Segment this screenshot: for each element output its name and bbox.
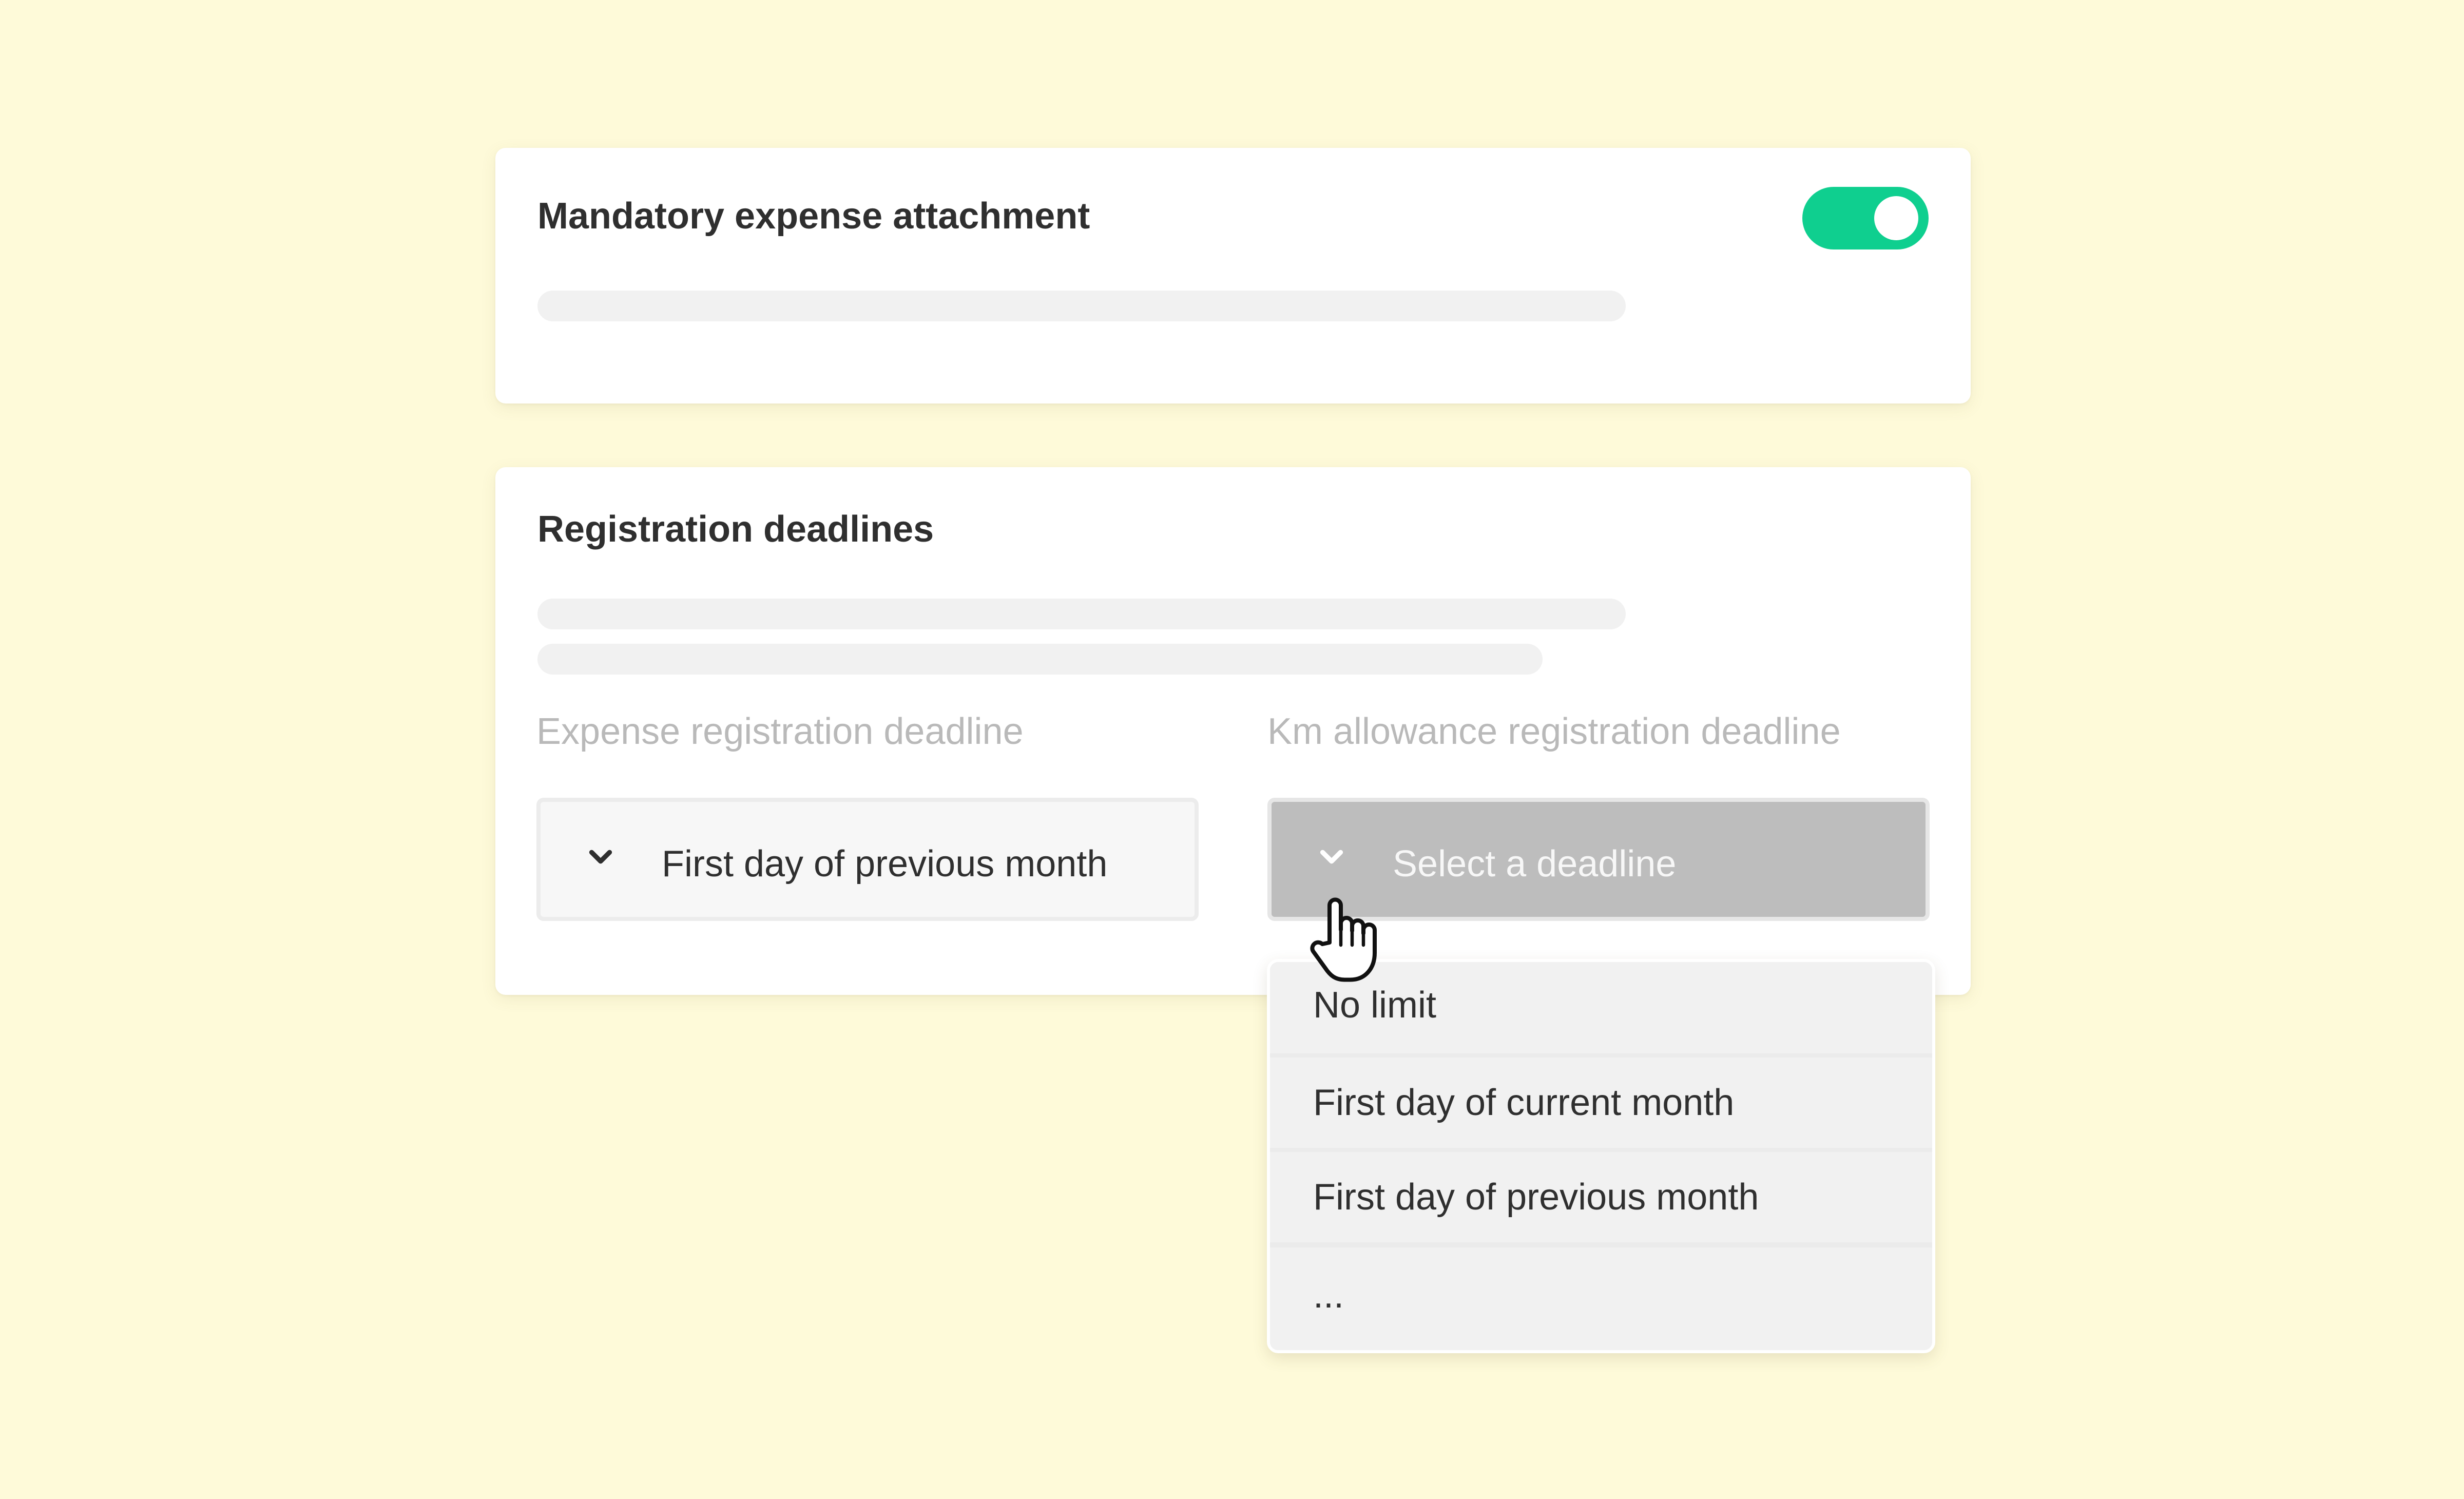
dropdown-option-more[interactable]: ... [1270,1247,1932,1350]
chevron-down-icon [1320,850,1343,864]
mandatory-attachment-title: Mandatory expense attachment [537,196,1090,237]
expense-deadline-select[interactable]: First day of previous month [536,798,1199,921]
mandatory-attachment-toggle[interactable] [1802,187,1929,249]
registration-deadlines-card: Registration deadlines Expense registrat… [495,467,1971,995]
placeholder-text-line [537,644,1543,675]
registration-deadlines-title: Registration deadlines [537,509,934,550]
km-allowance-deadline-label: Km allowance registration deadline [1267,711,1841,752]
expense-deadline-value: First day of previous month [662,843,1108,885]
placeholder-text-line [537,599,1626,629]
chevron-down-icon [589,850,612,864]
mandatory-attachment-card: Mandatory expense attachment [495,148,1971,403]
dropdown-option-first-day-current-month[interactable]: First day of current month [1270,1058,1932,1148]
deadline-options-dropdown: No limit First day of current month Firs… [1267,959,1935,1353]
expense-deadline-label: Expense registration deadline [536,711,1024,752]
hand-pointer-icon [1310,897,1377,982]
km-allowance-deadline-placeholder: Select a deadline [1393,843,1677,885]
placeholder-text-line [537,291,1626,321]
dropdown-option-first-day-previous-month[interactable]: First day of previous month [1270,1152,1932,1242]
toggle-knob [1874,196,1918,240]
